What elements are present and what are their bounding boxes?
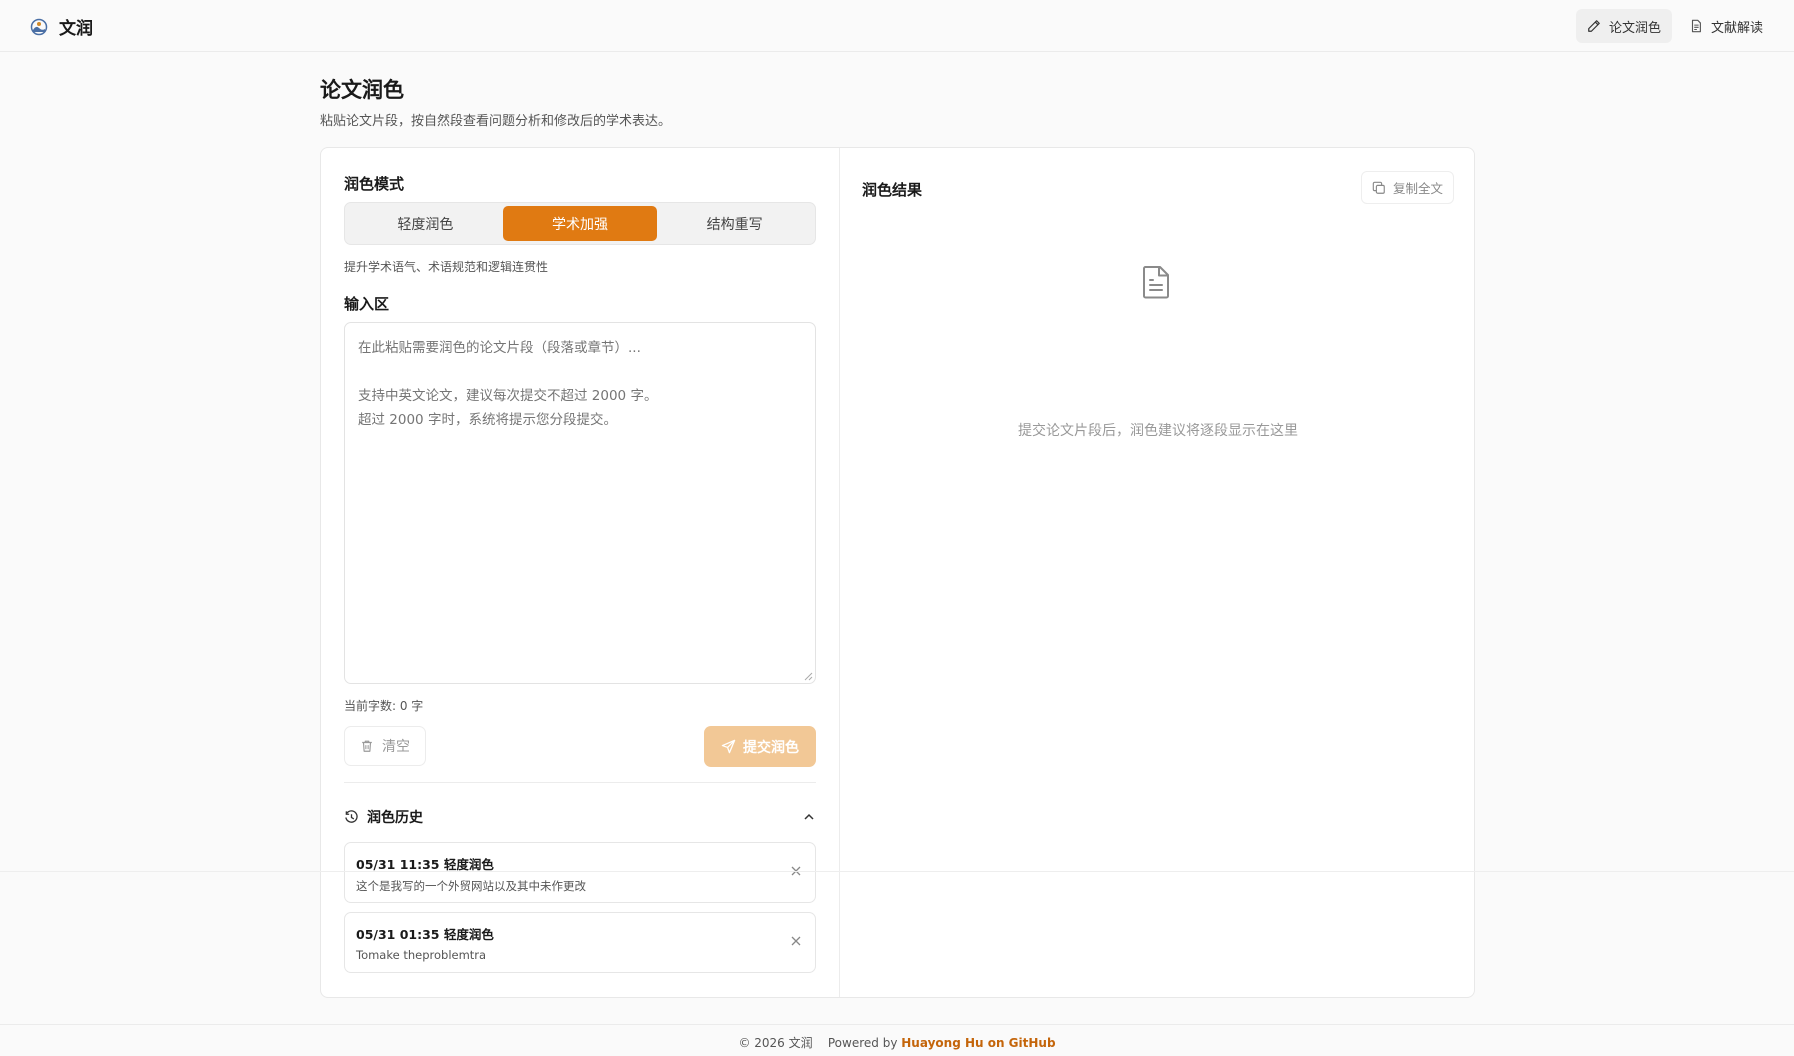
history-title: 润色历史	[367, 810, 423, 826]
document-icon	[1691, 19, 1701, 33]
brand[interactable]: 文润	[30, 14, 93, 39]
page-subtitle: 粘贴论文片段，按自然段查看问题分析和修改后的学术表达。	[320, 114, 672, 129]
nav-reading[interactable]: 文献解读	[1678, 9, 1774, 43]
result-title: 润色结果	[862, 181, 923, 199]
mode-description: 提升学术语气、术语规范和逻辑连贯性	[344, 260, 549, 274]
top-navbar: 文润 论文润色 文献解读	[0, 0, 1794, 52]
mode-selector: 轻度润色 学术加强 结构重写	[344, 202, 816, 245]
footer-text: © 2026 文润 Powered by Huayong Hu on GitHu…	[0, 1034, 1794, 1051]
footer-powered-prefix: Powered by	[827, 1036, 898, 1050]
footer-github-link[interactable]: Huayong Hu on GitHub	[901, 1036, 1055, 1050]
close-icon[interactable]	[790, 935, 802, 947]
char-count: 当前字数: 0 字	[344, 699, 424, 713]
history-item-title: 05/31 01:35 轻度润色	[356, 927, 494, 942]
history-clock-icon	[345, 809, 358, 823]
copy-all-label: 复制全文	[1392, 181, 1443, 196]
page-title: 论文润色	[320, 78, 404, 102]
app-name: 文润	[59, 19, 93, 39]
copy-icon	[1372, 181, 1385, 194]
footer: © 2026 文润 Powered by Huayong Hu on GitHu…	[0, 1024, 1794, 1056]
history-item[interactable]: 05/31 11:35 轻度润色 这个是我写的一个外贸网站以及其中未作更改	[344, 842, 816, 903]
trash-icon	[362, 740, 372, 752]
logo-icon	[30, 18, 48, 35]
history-item[interactable]: 05/31 01:35 轻度润色 Tomake theproblemtra	[344, 912, 816, 973]
copy-all-button[interactable]: 复制全文	[1360, 171, 1454, 204]
paper-input[interactable]	[344, 322, 816, 684]
submit-button[interactable]: 提交润色	[704, 726, 816, 767]
section-divider	[344, 782, 816, 783]
resize-handle-icon[interactable]	[804, 672, 813, 681]
history-item-preview: 这个是我写的一个外贸网站以及其中未作更改	[356, 879, 586, 893]
chevron-up-icon[interactable]	[802, 810, 816, 824]
nav-polish[interactable]: 论文润色	[1575, 9, 1672, 43]
send-icon	[721, 739, 736, 754]
input-label: 输入区	[344, 295, 390, 313]
clear-button[interactable]: 清空	[344, 726, 426, 766]
mode-option-light[interactable]: 轻度润色	[348, 206, 503, 241]
nav-polish-label: 论文润色	[1608, 20, 1661, 36]
history-header[interactable]: 润色历史	[344, 806, 816, 828]
result-empty-text: 提交论文片段后，润色建议将逐段显示在这里	[1018, 423, 1298, 439]
main-nav: 论文润色 文献解读	[1575, 9, 1774, 43]
empty-document-icon	[1143, 266, 1169, 299]
mode-label: 润色模式	[344, 175, 405, 193]
pen-icon	[1588, 20, 1600, 32]
submit-label: 提交润色	[743, 739, 799, 756]
mode-option-restructure[interactable]: 结构重写	[657, 206, 812, 241]
horizontal-rule	[0, 871, 1794, 872]
mode-option-academic[interactable]: 学术加强	[502, 206, 658, 241]
footer-copyright: © 2026 文润	[738, 1036, 813, 1050]
history-item-preview: Tomake theproblemtra	[356, 948, 487, 962]
nav-reading-label: 文献解读	[1710, 20, 1763, 36]
result-panel: 润色结果 复制全文 提交论文片段后，润色建议将逐段显示在这里	[840, 148, 1476, 997]
clear-label: 清空	[382, 739, 410, 755]
